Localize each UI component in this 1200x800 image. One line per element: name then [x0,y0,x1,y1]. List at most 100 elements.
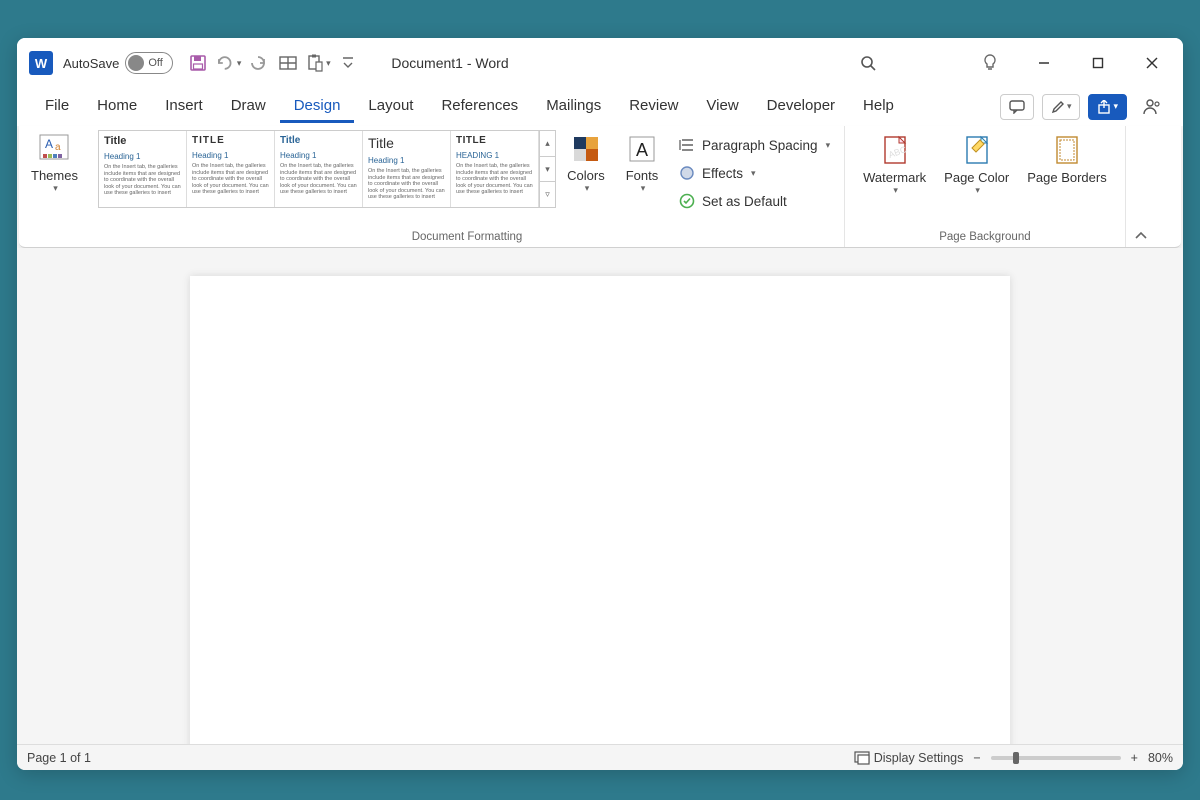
tab-help[interactable]: Help [849,91,908,123]
chevron-down-icon: ▾ [751,168,756,179]
redo-icon [249,54,267,72]
save-icon [189,54,207,72]
table-icon [279,56,297,70]
zoom-slider[interactable] [991,756,1121,760]
zoom-level[interactable]: 80% [1148,751,1173,765]
maximize-button[interactable] [1075,47,1121,79]
tab-insert[interactable]: Insert [151,91,217,123]
minimize-icon [1038,57,1050,69]
gallery-scroll-down[interactable]: ▾ [540,157,555,183]
colors-label: Colors [567,168,605,183]
ribbon-tabs: FileHomeInsertDrawDesignLayoutReferences… [17,88,1183,126]
style-set-item[interactable]: TitleHeading 1On the Insert tab, the gal… [99,131,187,207]
quick-access-toolbar: ▾ ▾ [185,50,361,76]
chevron-up-icon [1134,231,1148,241]
save-button[interactable] [185,50,211,76]
gallery-expand-button[interactable]: ▿ [540,182,555,207]
style-set-gallery[interactable]: TitleHeading 1On the Insert tab, the gal… [98,130,556,208]
fonts-label: Fonts [626,168,659,183]
pencil-icon [1051,100,1065,114]
titlebar: W AutoSave Off ▾ ▾ [17,38,1183,88]
close-button[interactable] [1129,47,1175,79]
zoom-out-button[interactable]: − [973,751,980,765]
window-controls [845,47,1175,79]
effects-icon [678,164,696,182]
tab-draw[interactable]: Draw [217,91,280,123]
search-button[interactable] [845,47,891,79]
check-circle-icon [678,192,696,210]
themes-label: Themes [31,168,78,183]
tab-file[interactable]: File [31,91,83,123]
share-button[interactable]: ▾ [1088,94,1127,120]
fonts-icon: A [625,132,659,166]
share-icon [1097,100,1111,114]
tab-design[interactable]: Design [280,91,355,123]
watermark-icon: ABC [878,134,912,168]
tab-review[interactable]: Review [615,91,692,123]
chevron-down-icon: ▾ [53,183,58,194]
colors-button[interactable]: Colors ▾ [560,130,612,196]
chevron-down-icon: ▾ [326,58,331,69]
page-color-button[interactable]: Page Color ▾ [940,132,1013,198]
effects-button[interactable]: Effects ▾ [674,162,834,184]
display-settings-button[interactable]: Display Settings [854,751,964,765]
paste-button[interactable]: ▾ [305,50,331,76]
search-icon [860,55,876,71]
document-title: Document1 - Word [391,55,508,71]
redo-button[interactable] [245,50,271,76]
tab-references[interactable]: References [427,91,532,123]
zoom-slider-thumb[interactable] [1013,752,1019,764]
tips-button[interactable] [967,47,1013,79]
themes-button[interactable]: Aa Themes ▾ [27,130,82,196]
word-app-icon: W [29,51,53,75]
document-canvas[interactable] [17,248,1183,744]
minimize-button[interactable] [1021,47,1067,79]
chevron-down-icon: ▾ [1067,101,1072,112]
chevron-down-icon: ▾ [585,183,590,194]
tab-mailings[interactable]: Mailings [532,91,615,123]
tab-view[interactable]: View [692,91,752,123]
set-as-default-button[interactable]: Set as Default [674,190,834,212]
editing-mode-button[interactable]: ▾ [1042,94,1081,120]
table-button[interactable] [275,50,301,76]
undo-button[interactable]: ▾ [215,50,241,76]
autosave-state: Off [148,57,162,69]
themes-icon: Aa [37,132,71,166]
style-set-item[interactable]: TITLEHEADING 1On the Insert tab, the gal… [451,131,539,207]
group-label: Document Formatting [98,229,836,245]
tab-layout[interactable]: Layout [354,91,427,123]
style-set-item[interactable]: TitleHeading 1On the Insert tab, the gal… [363,131,451,207]
collapse-ribbon-button[interactable] [1126,126,1156,247]
svg-text:A: A [45,137,53,151]
gallery-scroll-up[interactable]: ▴ [540,131,555,157]
account-button[interactable] [1135,94,1169,120]
person-icon [1143,98,1161,116]
comments-button[interactable] [1000,94,1034,120]
chevron-down-icon: ▾ [1113,101,1118,112]
display-icon [854,751,870,765]
zoom-in-button[interactable]: + [1131,751,1138,765]
chevron-down-icon: ▾ [237,58,242,69]
page-color-icon [960,134,994,168]
page-borders-button[interactable]: Page Borders [1023,132,1111,187]
watermark-button[interactable]: ABC Watermark ▾ [859,132,930,198]
close-icon [1146,57,1158,69]
style-set-item[interactable]: TITLEHeading 1On the Insert tab, the gal… [187,131,275,207]
ribbon: Aa Themes ▾ TitleHeading 1On the Insert … [19,126,1181,248]
document-page[interactable] [190,276,1010,744]
maximize-icon [1092,57,1104,69]
paragraph-spacing-button[interactable]: Paragraph Spacing ▾ [674,134,834,156]
chevron-down-icon: ▾ [893,185,898,196]
paragraph-spacing-icon [678,136,696,154]
colors-icon [569,132,603,166]
group-label: Page Background [853,229,1117,245]
paste-icon [306,54,324,72]
qat-more-button[interactable] [335,50,361,76]
chevron-down-icon: ▾ [826,140,831,151]
autosave-toggle[interactable]: Off [125,52,173,74]
tab-developer[interactable]: Developer [753,91,849,123]
fonts-button[interactable]: A Fonts ▾ [616,130,668,196]
page-info[interactable]: Page 1 of 1 [27,751,91,765]
style-set-item[interactable]: TitleHeading 1On the Insert tab, the gal… [275,131,363,207]
tab-home[interactable]: Home [83,91,151,123]
